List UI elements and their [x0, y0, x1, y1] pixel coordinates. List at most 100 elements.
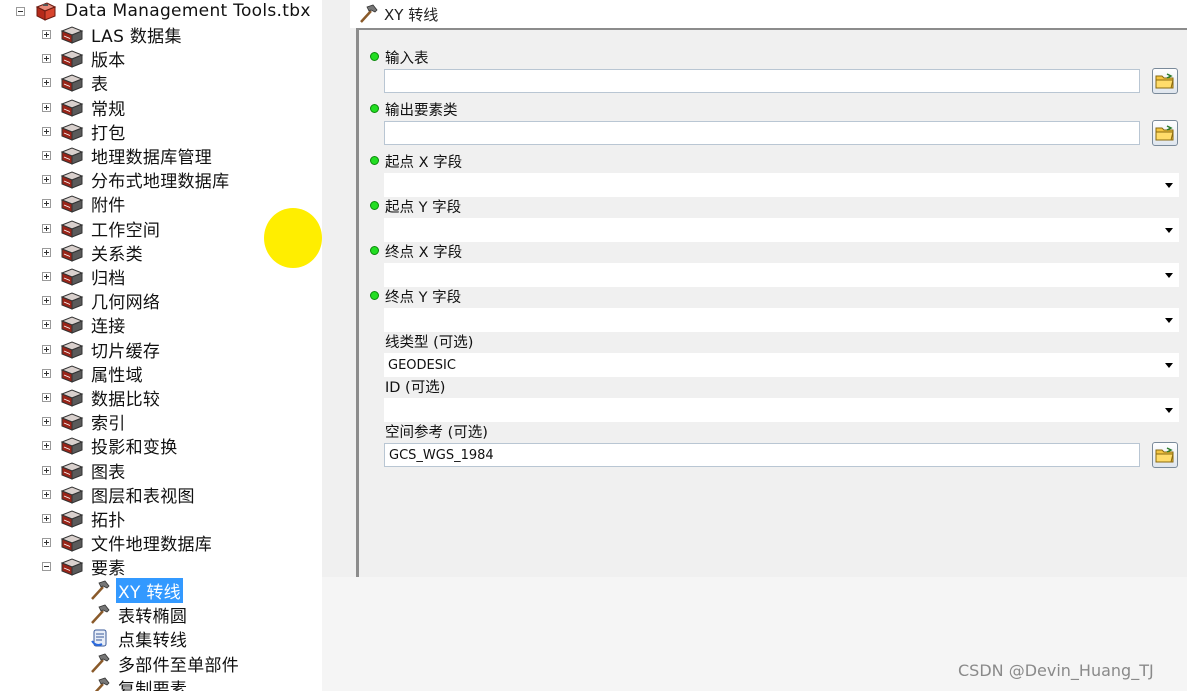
- expand-icon[interactable]: [42, 465, 51, 475]
- dropdown-value: GEODESIC: [388, 357, 456, 373]
- browse-button[interactable]: [1152, 442, 1178, 468]
- toolset-item[interactable]: 投影和变换: [42, 434, 180, 458]
- chevron-down-icon[interactable]: [1165, 228, 1173, 233]
- expand-icon[interactable]: [42, 489, 51, 499]
- toolset-item[interactable]: 图表: [42, 459, 128, 483]
- parameter-textbox[interactable]: GCS_WGS_1984: [384, 443, 1140, 467]
- parameter-dropdown[interactable]: [384, 263, 1179, 287]
- expand-icon[interactable]: [42, 368, 51, 378]
- toolset-icon: [60, 365, 84, 383]
- toolset-item[interactable]: 拓扑: [42, 507, 128, 531]
- parameter-label-text: 输出要素类: [385, 102, 458, 119]
- tool-dialog-titlebar: XY 转线: [350, 0, 1187, 28]
- toolset-item[interactable]: 索引: [42, 410, 128, 434]
- parameter-label-text: ID (可选): [385, 379, 446, 396]
- expand-icon[interactable]: [42, 344, 51, 354]
- parameter-dropdown[interactable]: [384, 308, 1179, 332]
- toolset-label: 要素: [91, 558, 126, 579]
- expand-icon[interactable]: [42, 295, 51, 305]
- expand-icon[interactable]: [42, 319, 51, 329]
- expand-icon[interactable]: [42, 53, 51, 63]
- tool-item[interactable]: 复制要素: [88, 676, 189, 691]
- chevron-down-icon[interactable]: [1165, 408, 1173, 413]
- browse-button[interactable]: [1152, 68, 1178, 94]
- toolset-label: 表: [91, 74, 109, 95]
- expand-icon[interactable]: [42, 416, 51, 426]
- parameter-dropdown[interactable]: [384, 218, 1179, 242]
- toolset-item[interactable]: 常规: [42, 96, 128, 120]
- parameter-dropdown[interactable]: GEODESIC: [384, 353, 1179, 377]
- chevron-down-icon[interactable]: [1165, 183, 1173, 188]
- expand-icon[interactable]: [42, 440, 51, 450]
- expand-icon[interactable]: [42, 29, 51, 39]
- expand-icon[interactable]: [42, 174, 51, 184]
- tool-label: XY 转线: [116, 577, 183, 603]
- chevron-down-icon[interactable]: [1165, 273, 1173, 278]
- toolset-item[interactable]: 数据比较: [42, 386, 162, 410]
- toolbox-tree: Data Management Tools.tbx LAS 数据集 版本表常规 打包…: [0, 0, 322, 691]
- toolset-item[interactable]: LAS 数据集: [42, 23, 184, 47]
- toolset-icon: [60, 74, 84, 92]
- toolset-icon: [60, 534, 84, 552]
- parameter-label: 终点 X 字段: [370, 242, 462, 261]
- parameter-textbox[interactable]: [384, 121, 1140, 145]
- toolset-item[interactable]: 连接: [42, 313, 128, 337]
- toolset-item[interactable]: 文件地理数据库: [42, 531, 214, 555]
- expand-icon[interactable]: [42, 537, 51, 547]
- toolset-item[interactable]: 归档: [42, 265, 128, 289]
- required-dot-icon: [370, 104, 379, 113]
- toolset-item[interactable]: 属性域: [42, 362, 145, 386]
- toolset-icon: [60, 99, 84, 117]
- toolset-item[interactable]: 切片缓存: [42, 338, 162, 362]
- parameter-textbox[interactable]: [384, 69, 1140, 93]
- expand-icon[interactable]: [42, 247, 51, 257]
- expand-icon[interactable]: [42, 223, 51, 233]
- toolset-item[interactable]: 几何网络: [42, 289, 162, 313]
- toolset-item[interactable]: 关系类: [42, 241, 145, 265]
- toolset-icon: [60, 558, 84, 576]
- toolset-label: 关系类: [91, 244, 143, 265]
- parameter-label: 线类型 (可选): [385, 332, 474, 351]
- expand-icon[interactable]: [42, 271, 51, 281]
- collapse-icon[interactable]: [16, 6, 25, 16]
- toolset-item[interactable]: 分布式地理数据库: [42, 168, 231, 192]
- toolset-item[interactable]: 工作空间: [42, 217, 162, 241]
- tree-root[interactable]: Data Management Tools.tbx: [16, 0, 313, 22]
- toolset-item[interactable]: 要素: [42, 555, 128, 579]
- tool-item[interactable]: 点集转线: [88, 627, 189, 651]
- parameter-dropdown[interactable]: [384, 398, 1179, 422]
- collapse-icon[interactable]: [42, 561, 51, 571]
- toolset-item[interactable]: 图层和表视图: [42, 483, 197, 507]
- expand-icon[interactable]: [42, 102, 51, 112]
- chevron-down-icon[interactable]: [1165, 363, 1173, 368]
- parameter-dropdown[interactable]: [384, 173, 1179, 197]
- toolset-icon: [60, 316, 84, 334]
- parameter-label: ID (可选): [385, 377, 446, 396]
- toolset-label: 数据比较: [91, 389, 161, 410]
- expand-icon[interactable]: [42, 150, 51, 160]
- tool-item[interactable]: 表转椭圆: [88, 603, 189, 627]
- toolset-item[interactable]: 附件: [42, 192, 128, 216]
- toolset-icon: [60, 292, 84, 310]
- toolset-item[interactable]: 表: [42, 71, 110, 95]
- expand-icon[interactable]: [42, 513, 51, 523]
- parameter-label-text: 线类型 (可选): [385, 334, 474, 351]
- expand-icon[interactable]: [42, 77, 51, 87]
- parameters-form: 输入表 输出要素类 起点 X 字段 起点 Y 字段 终点 X 字段 终点 Y 字段 线类型 …: [356, 28, 1187, 577]
- toolset-item[interactable]: 地理数据库管理: [42, 144, 214, 168]
- expand-icon[interactable]: [42, 392, 51, 402]
- toolset-icon: [60, 341, 84, 359]
- toolset-item[interactable]: 打包: [42, 120, 128, 144]
- toolset-icon: [60, 462, 84, 480]
- toolbox-icon: [35, 2, 57, 21]
- expand-icon[interactable]: [42, 126, 51, 136]
- toolset-label: 文件地理数据库: [91, 534, 213, 555]
- chevron-down-icon[interactable]: [1165, 318, 1173, 323]
- tool-item[interactable]: XY 转线: [88, 577, 183, 603]
- tool-item[interactable]: 多部件至单部件: [88, 652, 241, 676]
- required-dot-icon: [370, 246, 379, 255]
- expand-icon[interactable]: [42, 198, 51, 208]
- toolset-label: 索引: [91, 413, 126, 434]
- browse-button[interactable]: [1152, 120, 1178, 146]
- toolset-item[interactable]: 版本: [42, 47, 128, 71]
